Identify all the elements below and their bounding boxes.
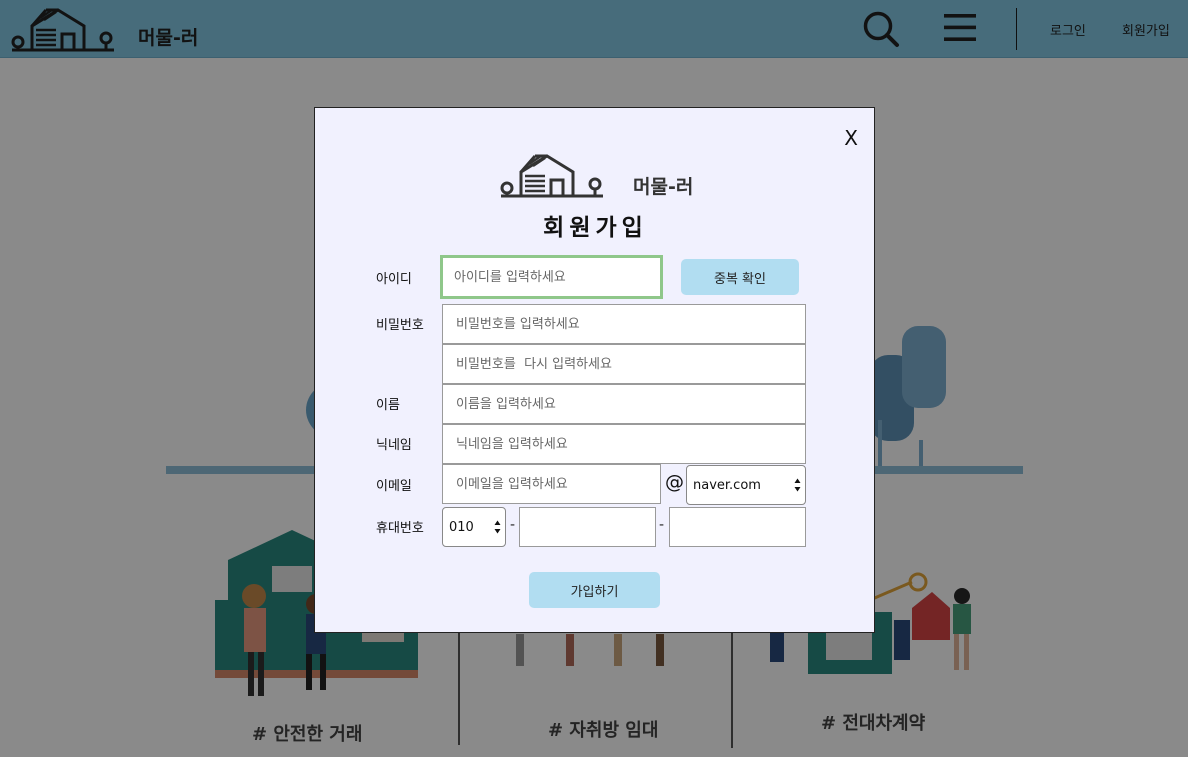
nickname-input[interactable] bbox=[442, 424, 806, 464]
phone-last-input[interactable] bbox=[669, 507, 806, 547]
id-input[interactable] bbox=[440, 255, 663, 299]
label-id: 아이디 bbox=[376, 272, 412, 287]
password-input[interactable] bbox=[442, 304, 806, 344]
email-domain-select[interactable]: naver.com bbox=[686, 465, 806, 505]
signup-submit-button[interactable]: 가입하기 bbox=[529, 572, 660, 608]
house-logo-icon bbox=[499, 152, 605, 202]
name-input[interactable] bbox=[442, 384, 806, 424]
phone-dash-1: - bbox=[510, 517, 516, 533]
password-confirm-input[interactable] bbox=[442, 344, 806, 384]
modal-brand: 머물-러 bbox=[499, 152, 693, 202]
page: 머물-러 로그인 회원가입 # 안전한 거래 # 자취방 임대 # 전대차계약 … bbox=[0, 0, 1188, 757]
signup-modal: X 머물-러 회원가입 아이디 아이디를 입력하세요 중복 확인 비밀번호 비밀… bbox=[314, 107, 875, 633]
modal-brand-name: 머물-러 bbox=[633, 176, 694, 198]
label-nickname: 닉네임 bbox=[376, 438, 412, 453]
phone-prefix-select[interactable]: 010 bbox=[442, 507, 506, 547]
duplicate-check-button[interactable]: 중복 확인 bbox=[681, 259, 799, 295]
email-domain-value: naver.com bbox=[693, 477, 761, 493]
phone-prefix-value: 010 bbox=[449, 519, 474, 535]
email-at-sign: @ bbox=[665, 471, 684, 493]
email-local-input[interactable] bbox=[442, 464, 661, 504]
phone-middle-input[interactable] bbox=[519, 507, 656, 547]
phone-dash-2: - bbox=[659, 517, 665, 533]
select-arrows-icon bbox=[494, 520, 501, 534]
label-email: 이메일 bbox=[376, 479, 412, 494]
close-button[interactable]: X bbox=[844, 126, 858, 150]
label-phone: 휴대번호 bbox=[376, 521, 424, 536]
select-arrows-icon bbox=[794, 478, 801, 492]
label-password: 비밀번호 bbox=[376, 318, 424, 333]
modal-title: 회원가입 bbox=[543, 215, 648, 241]
label-name: 이름 bbox=[376, 398, 400, 413]
